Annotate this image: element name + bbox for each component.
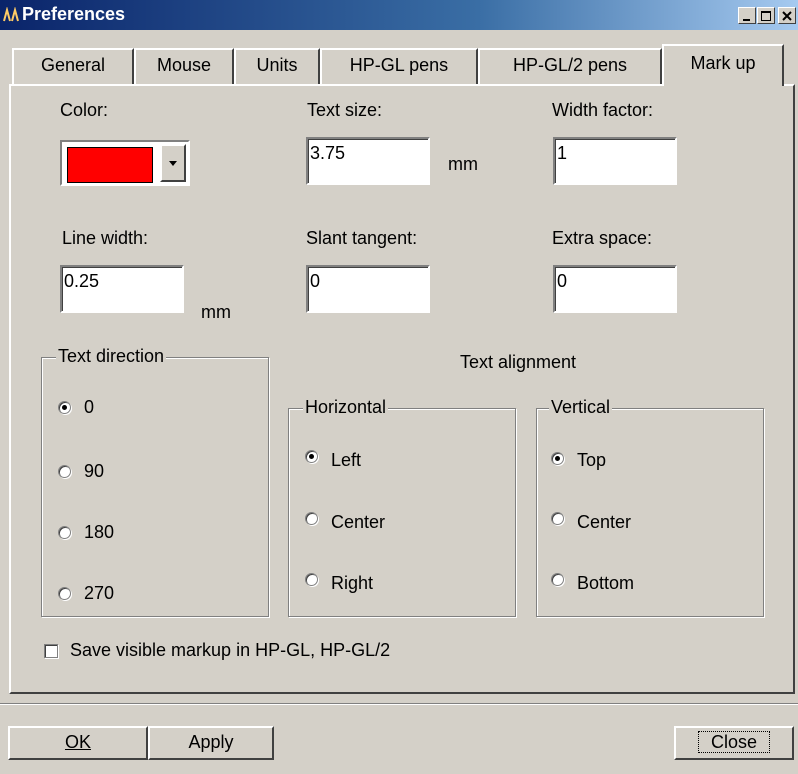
direction-90-radio[interactable] [58,465,71,478]
app-icon [3,7,19,22]
align-top-radio[interactable] [551,452,564,465]
align-bottom-radio[interactable] [551,573,564,586]
slant-tangent-input[interactable]: 0 [306,265,430,313]
align-vcenter-radio[interactable] [551,512,564,525]
chevron-down-icon [169,161,177,166]
align-top-label: Top [577,450,607,470]
close-button[interactable]: Close [674,726,794,760]
align-center-label: Center [331,512,386,532]
color-swatch [67,147,153,183]
tab-mark-up[interactable]: Mark up [662,44,784,86]
slant-tangent-label: Slant tangent: [306,228,418,248]
tab-hpgl-pens[interactable]: HP-GL pens [320,48,478,84]
save-markup-label: Save visible markup in HP-GL, HP-GL/2 [70,640,391,660]
minimize-icon [743,19,750,21]
window-title: Preferences [22,4,126,24]
line-width-unit: mm [201,302,231,322]
text-size-unit: mm [448,154,478,174]
align-right-radio[interactable] [305,573,318,586]
text-size-input[interactable]: 3.75 [306,137,430,185]
horizontal-title: Horizontal [303,397,389,418]
tab-mouse[interactable]: Mouse [134,48,234,84]
line-width-label: Line width: [62,228,149,248]
tab-hpgl2-pens[interactable]: HP-GL/2 pens [478,48,662,84]
line-width-input[interactable]: 0.25 [60,265,184,313]
extra-space-label: Extra space: [552,228,653,248]
close-window-button[interactable] [778,7,796,24]
dropdown-arrow-button[interactable] [160,144,186,182]
direction-180-label: 180 [84,522,115,542]
direction-90-label: 90 [84,461,105,481]
direction-270-label: 270 [84,583,115,603]
direction-0-label: 0 [84,397,95,417]
width-factor-label: Width factor: [552,100,654,120]
align-center-radio[interactable] [305,512,318,525]
text-direction-title: Text direction [56,346,167,367]
tab-general[interactable]: General [12,48,134,84]
text-size-label: Text size: [307,100,383,120]
align-right-label: Right [331,573,374,593]
ok-button[interactable]: OK [8,726,148,760]
align-left-label: Left [331,450,362,470]
apply-button[interactable]: Apply [148,726,274,760]
maximize-button[interactable] [757,7,775,24]
align-bottom-label: Bottom [577,573,635,593]
minimize-button[interactable] [738,7,756,24]
save-markup-checkbox[interactable] [44,644,58,658]
title-bar: Preferences [0,0,798,30]
width-factor-input[interactable]: 1 [553,137,677,185]
direction-0-radio[interactable] [58,401,71,414]
vertical-title: Vertical [549,397,613,418]
tab-units[interactable]: Units [234,48,320,84]
align-vcenter-label: Center [577,512,632,532]
extra-space-input[interactable]: 0 [553,265,677,313]
text-direction-group [41,357,269,617]
close-icon [782,11,792,21]
direction-180-radio[interactable] [58,526,71,539]
maximize-icon [761,11,771,21]
button-separator [0,703,798,705]
align-left-radio[interactable] [305,450,318,463]
color-label: Color: [60,100,109,120]
horizontal-alignment-group [288,408,516,617]
direction-270-radio[interactable] [58,587,71,600]
text-alignment-title: Text alignment [460,352,577,372]
color-dropdown[interactable] [60,140,190,186]
vertical-alignment-group [536,408,764,617]
